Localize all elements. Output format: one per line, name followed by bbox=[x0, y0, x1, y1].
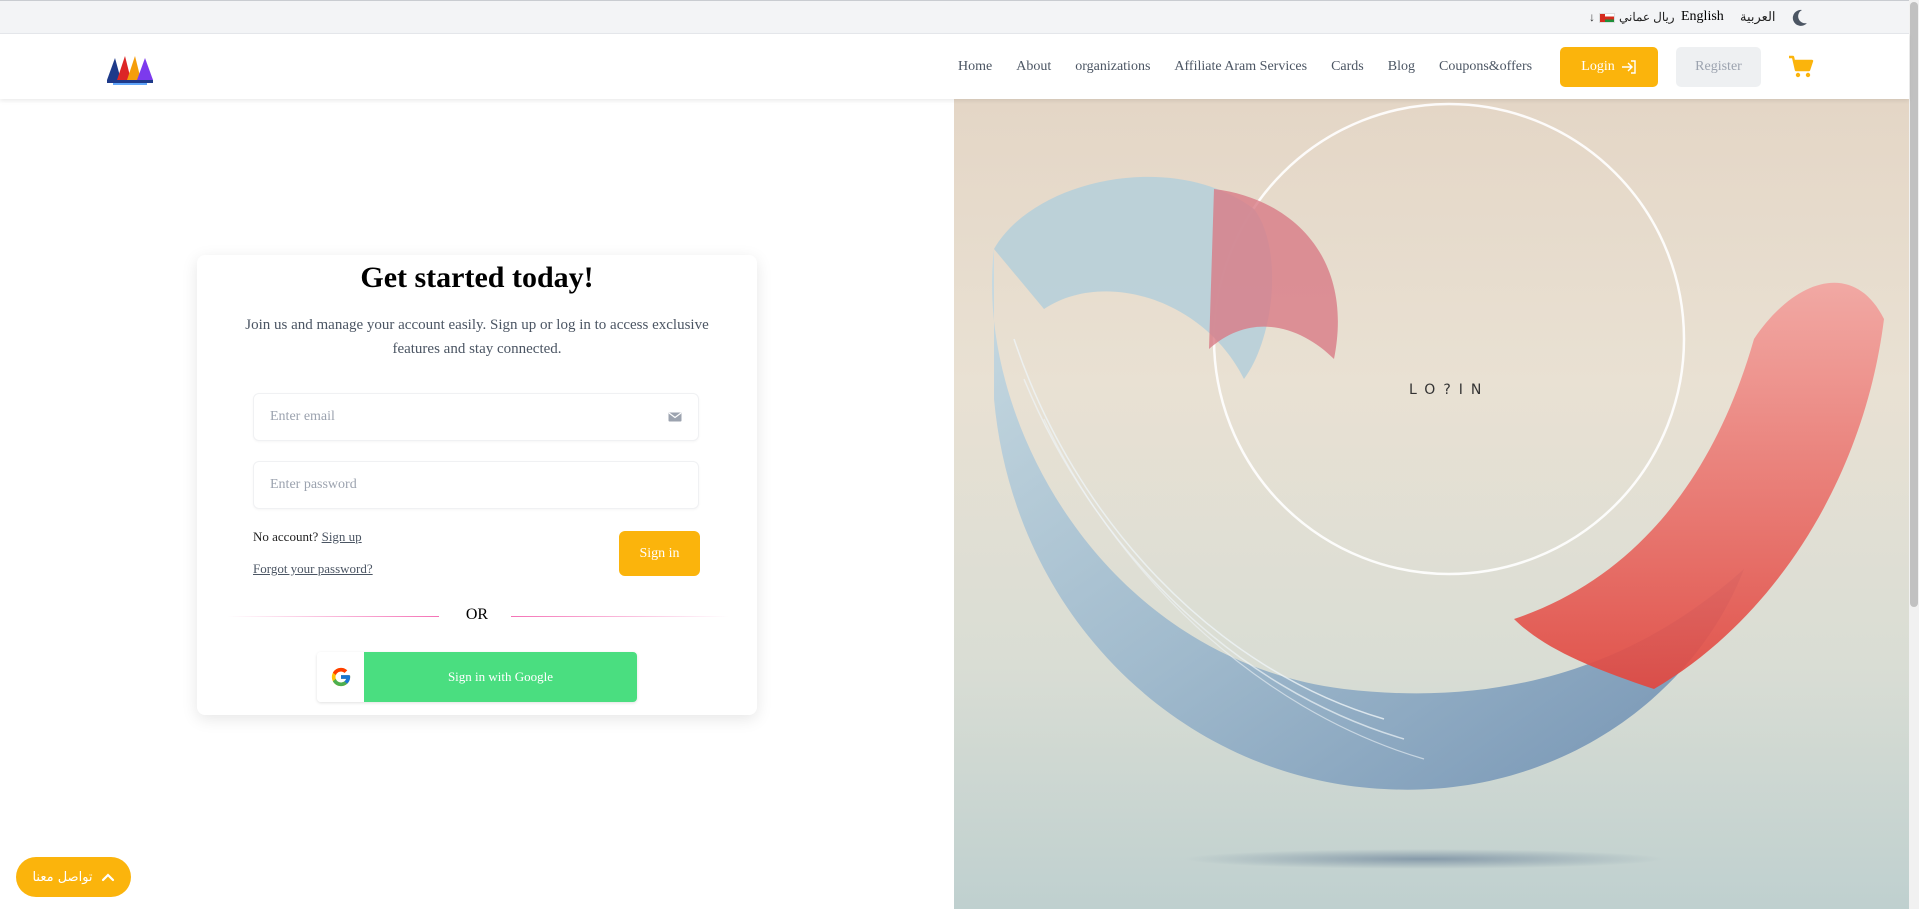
cart-icon[interactable] bbox=[1788, 55, 1814, 79]
currency-selector[interactable]: ↓ ريال عماني bbox=[1589, 10, 1675, 25]
password-field[interactable]: Enter password bbox=[253, 461, 699, 509]
nav-affiliate-services[interactable]: Affiliate Aram Services bbox=[1174, 59, 1307, 75]
signin-label: Sign in bbox=[639, 545, 680, 561]
contact-us-button[interactable]: تواصل معنا bbox=[16, 857, 131, 897]
card-subtitle: Join us and manage your account easily. … bbox=[245, 317, 709, 357]
moon-icon[interactable] bbox=[1789, 8, 1809, 28]
nav-home[interactable]: Home bbox=[958, 59, 992, 75]
no-account-row: No account? Sign up bbox=[253, 529, 362, 545]
login-label: Login bbox=[1581, 59, 1615, 74]
oman-flag-icon bbox=[1599, 12, 1615, 23]
nav-blog[interactable]: Blog bbox=[1388, 59, 1415, 75]
hero-illustration: LO?IN bbox=[954, 99, 1909, 909]
signin-button[interactable]: Sign in bbox=[619, 531, 700, 576]
email-placeholder: Enter email bbox=[270, 409, 335, 424]
google-signin-button[interactable]: Sign in with Google bbox=[317, 652, 637, 702]
language-arabic-link[interactable]: العربية bbox=[1740, 9, 1776, 25]
chevron-up-icon bbox=[101, 873, 114, 882]
register-button[interactable]: Register bbox=[1676, 47, 1761, 87]
nav-coupons-offers[interactable]: Coupons&offers bbox=[1439, 59, 1532, 75]
aram-logo[interactable] bbox=[105, 50, 155, 86]
top-utility-bar: العربية English ↓ ريال عماني bbox=[0, 0, 1909, 34]
google-icon bbox=[331, 667, 350, 687]
nav-cards[interactable]: Cards bbox=[1331, 59, 1364, 75]
currency-label: ريال عماني bbox=[1619, 10, 1675, 24]
signup-link[interactable]: Sign up bbox=[322, 529, 362, 544]
login-card: Get started today! Join us and manage yo… bbox=[197, 255, 757, 715]
main-header: Home About organizations Affiliate Aram … bbox=[0, 34, 1909, 99]
forgot-password-link[interactable]: Forgot your password? bbox=[253, 561, 373, 577]
main-nav: Home About organizations Affiliate Aram … bbox=[958, 34, 1556, 99]
hero-login-text: LO?IN bbox=[1409, 382, 1490, 398]
password-placeholder: Enter password bbox=[270, 477, 357, 492]
nav-about[interactable]: About bbox=[1016, 59, 1051, 75]
arrow-down-icon: ↓ bbox=[1589, 10, 1595, 24]
language-english-link[interactable]: English bbox=[1681, 9, 1724, 25]
nav-organizations[interactable]: organizations bbox=[1075, 59, 1150, 75]
no-account-text: No account? bbox=[253, 529, 319, 544]
mail-icon bbox=[668, 412, 682, 422]
email-field[interactable]: Enter email bbox=[253, 393, 699, 441]
register-label: Register bbox=[1695, 59, 1742, 74]
hero-art bbox=[991, 102, 1884, 869]
google-signin-label: Sign in with Google bbox=[364, 652, 637, 702]
or-label: OR bbox=[465, 606, 489, 623]
page-scrollbar[interactable] bbox=[1909, 0, 1919, 909]
login-button[interactable]: Login bbox=[1560, 47, 1658, 87]
login-arrow-icon bbox=[1621, 60, 1636, 74]
scrollbar-thumb[interactable] bbox=[1910, 2, 1918, 607]
contact-label: تواصل معنا bbox=[32, 869, 93, 885]
google-icon-box bbox=[317, 652, 364, 702]
card-title: Get started today! bbox=[360, 261, 594, 294]
